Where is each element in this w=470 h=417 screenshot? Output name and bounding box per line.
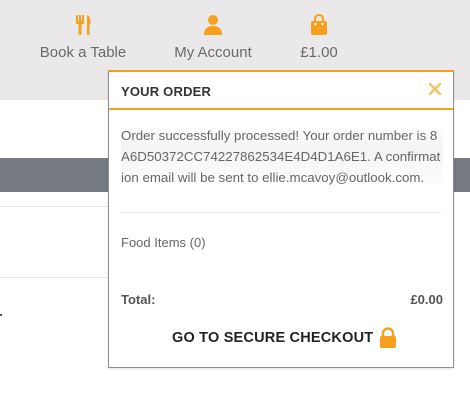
secure-checkout-button[interactable]: GO TO SECURE CHECKOUT — [172, 326, 398, 350]
divider — [0, 277, 110, 278]
food-items-count: Food Items (0) — [121, 235, 206, 250]
total-value: £0.00 — [410, 292, 443, 307]
divider — [121, 212, 441, 213]
order-panel-header: YOUR ORDER — [109, 72, 453, 110]
close-icon[interactable] — [427, 81, 443, 97]
basket-total-label: £1.00 — [300, 44, 338, 61]
order-confirmation-message: Order successfully processed! Your order… — [121, 125, 443, 188]
shopping-bag-icon — [308, 14, 330, 36]
basket-link[interactable]: £1.00 — [294, 14, 344, 62]
utensils-icon — [72, 14, 94, 36]
book-a-table-label: Book a Table — [39, 44, 127, 61]
book-a-table-link[interactable]: Book a Table — [37, 14, 129, 62]
bullet-marker — [0, 314, 2, 316]
order-panel-title: YOUR ORDER — [121, 84, 212, 99]
order-dropdown-panel: YOUR ORDER Order successfully processed!… — [108, 70, 454, 368]
total-label: Total: — [121, 292, 156, 307]
user-icon — [202, 14, 224, 36]
divider — [0, 206, 110, 207]
my-account-label: My Account — [174, 44, 252, 61]
lock-icon — [378, 327, 398, 349]
checkout-label: GO TO SECURE CHECKOUT — [172, 330, 374, 346]
my-account-link[interactable]: My Account — [169, 14, 257, 62]
